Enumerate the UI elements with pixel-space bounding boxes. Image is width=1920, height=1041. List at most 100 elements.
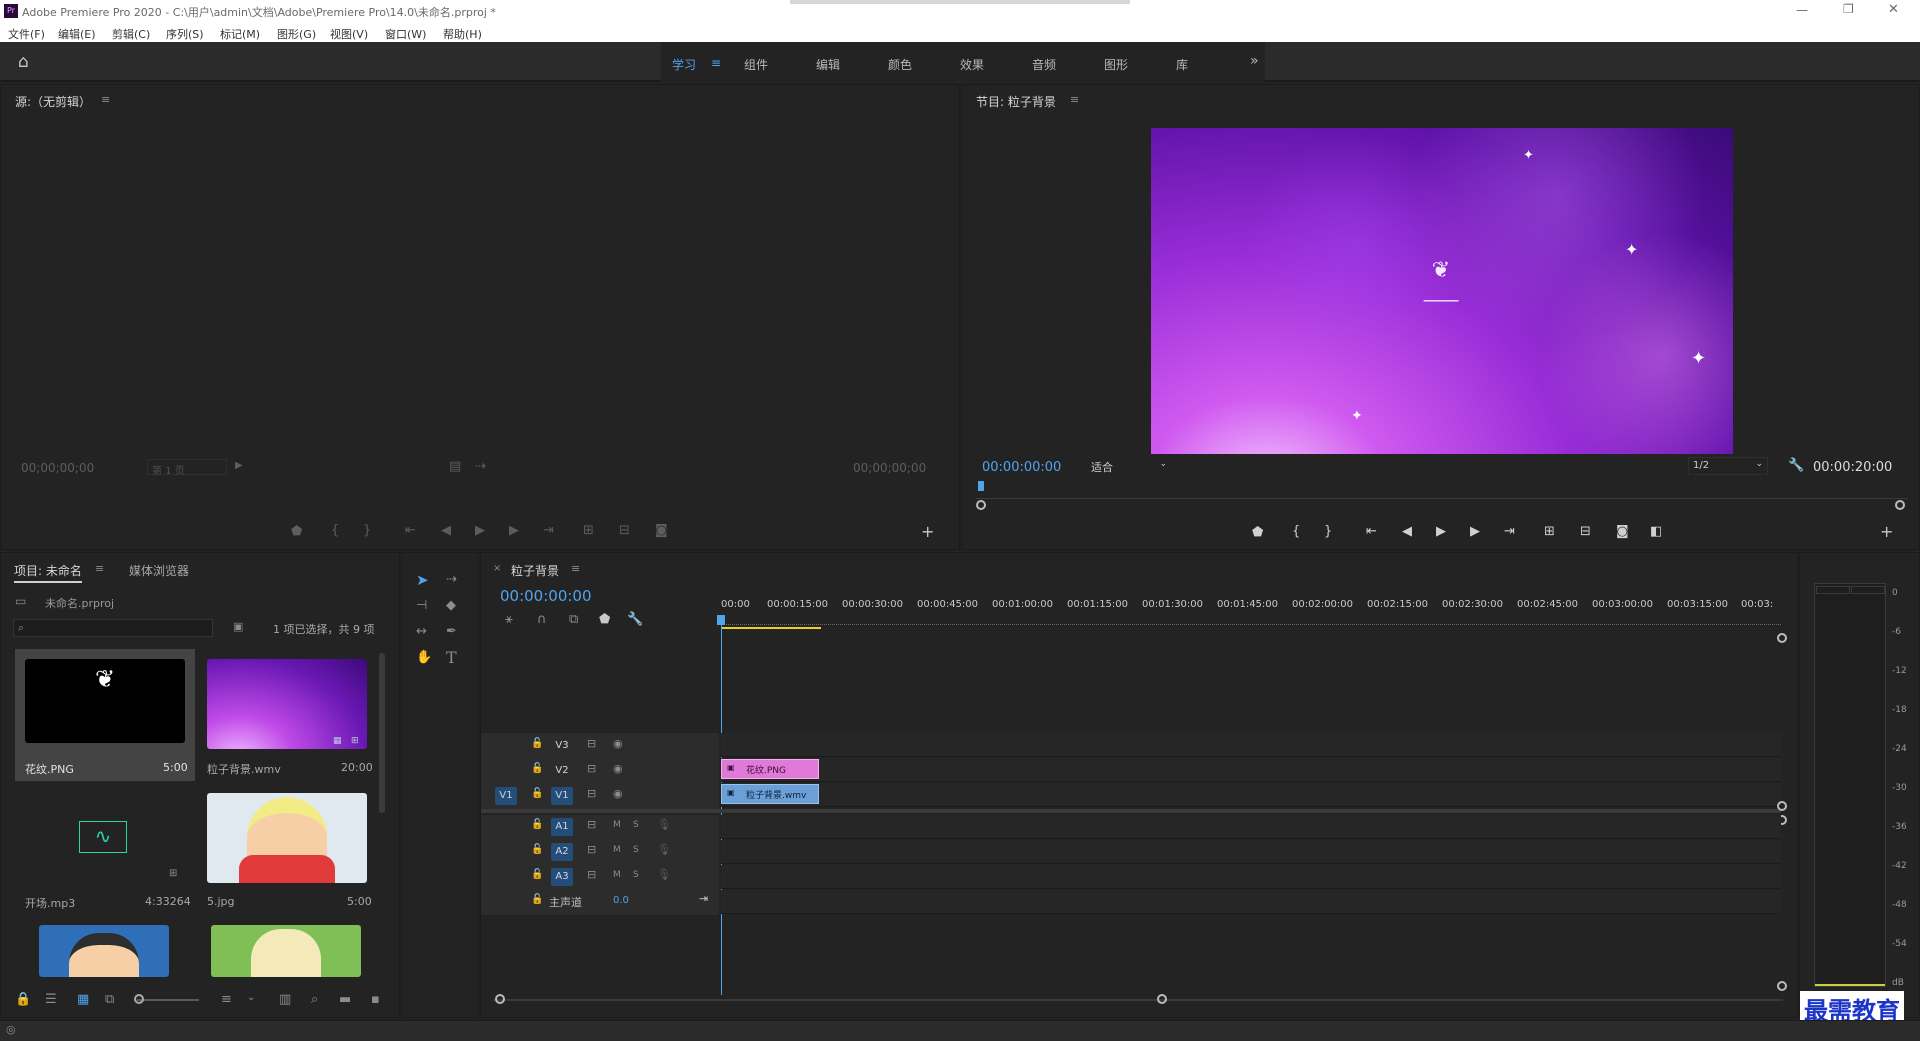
sync-lock-icon[interactable]: ⊟ [587,819,596,830]
timeline-timecode[interactable]: 00:00:00:00 [500,587,592,605]
new-item-icon[interactable]: ▪ [371,993,380,1006]
video-zoom-handle[interactable] [1777,801,1787,811]
tab-color[interactable]: 颜色 [888,56,912,73]
type-tool-icon[interactable]: T [446,650,457,666]
lock-icon[interactable]: 🔓 [531,870,543,880]
lock-icon[interactable]: 🔓 [531,820,543,830]
tab-media-browser[interactable]: 媒体浏览器 [129,562,189,579]
new-bin-icon[interactable]: ▬ [339,993,351,1006]
project-scrollbar[interactable] [379,653,385,813]
step-forward-icon[interactable]: ▶ [1470,525,1480,538]
solo-icon[interactable]: S [633,821,639,830]
work-area-bar[interactable] [721,627,821,629]
tab-project[interactable]: 项目: 未命名 [14,562,82,583]
thumbnail-cartoon[interactable] [207,793,367,883]
horizontal-scrollbar[interactable] [493,999,1783,1001]
icon-view-icon[interactable]: ▦ [77,993,89,1006]
slip-tool-icon[interactable]: ↔ [416,625,427,638]
snap-icon[interactable]: ∩ [537,613,547,626]
list-view-icon[interactable]: ☰ [45,993,57,1006]
add-button-icon[interactable]: + [921,524,934,540]
more-workspaces-icon[interactable]: » [1250,53,1259,69]
vertical-zoom-handle[interactable] [1777,633,1787,643]
menu-edit[interactable]: 编辑(E) [58,26,96,42]
audio-bottom-handle[interactable] [1777,981,1787,991]
step-forward-icon[interactable]: ▶ [509,524,519,537]
mark-out-icon[interactable]: } [1324,525,1332,538]
workspace-menu-icon[interactable]: ≡ [711,56,721,70]
panel-menu-icon[interactable]: ≡ [101,94,110,105]
nest-icon[interactable]: ⚹ [505,613,513,626]
eye-icon[interactable]: ◉ [613,788,623,799]
play-icon[interactable]: ▶ [1436,525,1446,538]
thumbnail-cartoon-3[interactable] [211,925,361,977]
mute-icon[interactable]: M [613,871,621,880]
mic-icon[interactable]: 🎙 [657,844,671,855]
sync-lock-icon[interactable]: ⊟ [587,869,596,880]
marker-icon[interactable]: ⬟ [1252,526,1263,539]
track-v3[interactable] [721,733,1781,757]
film-icon[interactable]: ⊟ [587,763,596,774]
settings-icon[interactable]: ▤ [449,460,461,473]
play-icon[interactable]: ▶ [475,524,485,537]
track-v2[interactable] [721,758,1781,782]
mark-out-icon[interactable]: } [363,524,371,537]
solo-icon[interactable]: S [633,846,639,855]
panel-menu-icon[interactable]: ≡ [571,563,580,574]
track-label-v3[interactable]: V3 [551,737,573,755]
panel-menu-icon[interactable]: ≡ [1070,94,1079,105]
menu-clip[interactable]: 剪辑(C) [112,26,150,42]
tab-libraries[interactable]: 库 [1176,56,1188,73]
track-v1[interactable] [721,783,1781,807]
go-to-out-icon[interactable]: ⇥ [543,524,554,537]
track-label-a3[interactable]: A3 [551,868,573,886]
menu-view[interactable]: 视图(V) [330,26,368,42]
home-icon[interactable]: ⌂ [18,52,29,72]
timeline-settings-icon[interactable]: 🔧 [627,613,643,626]
track-label-v2[interactable]: V2 [551,762,573,780]
wrench-icon[interactable]: 🔧 [1788,459,1804,472]
playhead-icon[interactable] [978,481,984,491]
search-input[interactable]: ⌕ [13,619,213,637]
tab-learning[interactable]: 学习 [672,56,696,73]
thumbnail-particles[interactable] [207,659,367,749]
program-scrubber[interactable] [976,489,1908,499]
overwrite-icon[interactable]: ⊟ [619,524,630,537]
quality-dropdown[interactable]: 1/2 ⌄ [1688,457,1768,475]
menu-graphics[interactable]: 图形(G) [277,26,316,42]
track-a2[interactable] [721,840,1781,864]
sequence-tab[interactable]: 粒子背景 [511,562,559,579]
eye-icon[interactable]: ◉ [613,738,623,749]
menu-marker[interactable]: 标记(M) [220,26,260,42]
thumbnail-ornament[interactable]: ❦ [25,659,185,743]
razor-tool-icon[interactable]: ◆ [446,599,456,612]
track-select-tool-icon[interactable]: ⇢ [446,573,457,586]
step-back-icon[interactable]: ◀ [441,524,451,537]
selection-tool-icon[interactable]: ➤ [416,573,429,588]
track-a3[interactable] [721,865,1781,889]
automate-icon[interactable]: ▥ [279,993,291,1006]
tab-editing[interactable]: 编辑 [816,56,840,73]
close-icon[interactable]: ✕ [1888,2,1899,17]
step-back-icon[interactable]: ◀ [1402,525,1412,538]
zoom-slider-handle[interactable] [134,994,144,1004]
add-marker-icon[interactable]: ⬟ [599,613,610,626]
find-icon[interactable]: ⌕ [311,993,318,1006]
film-icon[interactable]: ⊟ [587,738,596,749]
thumbnail-cartoon-2[interactable] [39,925,169,977]
program-timecode[interactable]: 00:00:00:00 [982,460,1061,475]
lock-icon[interactable]: 🔓 [531,845,543,855]
camera-icon[interactable]: ◙ [655,524,668,537]
mic-icon[interactable]: 🎙 [657,819,671,830]
hand-tool-icon[interactable]: ✋ [416,651,432,664]
pen-tool-icon[interactable]: ✒ [446,625,457,638]
new-bin-icon[interactable]: ▣ [233,621,243,632]
menu-file[interactable]: 文件(F) [8,26,45,42]
tab-assembly[interactable]: 组件 [744,56,768,73]
insert-icon[interactable]: ⊞ [583,524,594,537]
lock-icon[interactable]: 🔓 [531,739,543,749]
track-label-a1[interactable]: A1 [551,818,573,836]
close-tab-icon[interactable]: × [493,564,501,574]
minimize-icon[interactable]: — [1796,3,1808,17]
lift-icon[interactable]: ⊞ [1544,525,1555,538]
